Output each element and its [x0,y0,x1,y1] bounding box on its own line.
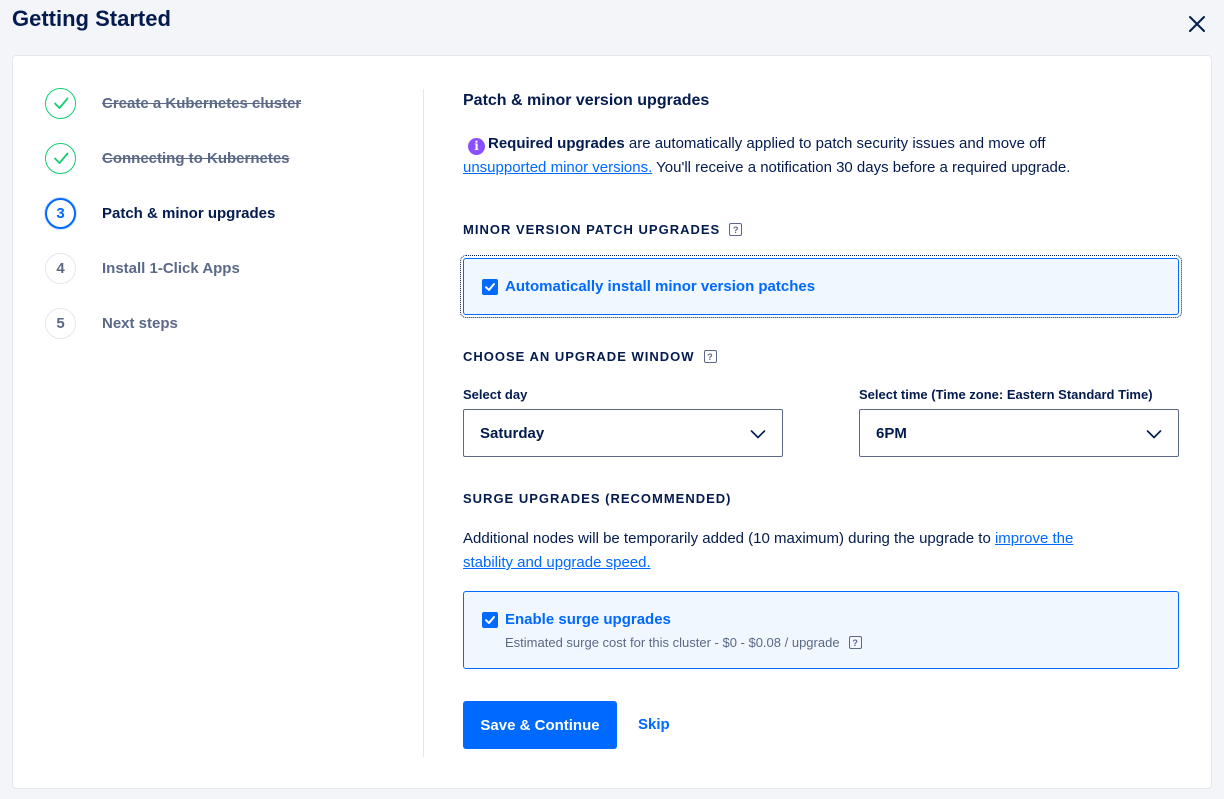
check-icon [45,142,76,174]
info-icon: i [468,137,485,155]
unsupported-versions-link[interactable]: unsupported minor versions. [463,159,652,176]
caption-text: MINOR VERSION PATCH UPGRADES [463,222,721,237]
surge-upgrades-caption: SURGE UPGRADES (RECOMMENDED) [463,491,732,506]
select-time-dropdown[interactable]: 6PM [859,409,1179,457]
help-icon[interactable]: ? [729,223,743,236]
step-label: Connecting to Kubernetes [102,149,290,167]
checkbox-checked-icon[interactable] [482,612,498,628]
chevron-down-icon [750,430,766,439]
step-next-steps[interactable]: 5 Next steps [45,307,178,339]
caption-text: CHOOSE AN UPGRADE WINDOW [463,349,695,364]
intro-text: i Required upgrades are automatically app… [463,132,1073,180]
step-number: 3 [45,197,76,229]
surge-description: Additional nodes will be temporarily add… [463,527,1103,575]
surge-cost-text: Estimated surge cost for this cluster - … [505,635,862,650]
step-number: 4 [45,252,76,284]
divider [423,89,424,757]
step-connecting[interactable]: Connecting to Kubernetes [45,142,290,174]
patch-upgrades-caption: MINOR VERSION PATCH UPGRADES ? [463,222,743,237]
step-label: Patch & minor upgrades [102,204,276,222]
skip-button[interactable]: Skip [638,716,670,733]
chevron-down-icon [1146,430,1162,439]
select-time-label: Select time (Time zone: Eastern Standard… [859,387,1153,402]
help-icon[interactable]: ? [703,350,717,363]
step-label: Create a Kubernetes cluster [102,94,302,112]
surge-desc-text: Additional nodes will be temporarily add… [463,530,995,547]
surge-upgrades-option[interactable]: Enable surge upgrades Estimated surge co… [463,591,1179,669]
section-title: Patch & minor version upgrades [463,92,710,109]
step-create-cluster[interactable]: Create a Kubernetes cluster [45,87,301,119]
close-icon[interactable] [1186,13,1208,35]
auto-patch-option[interactable]: Automatically install minor version patc… [460,255,1182,318]
auto-patch-label: Automatically install minor version patc… [505,278,816,295]
step-label: Next steps [102,314,178,332]
step-patch-upgrades[interactable]: 3 Patch & minor upgrades [45,197,275,229]
save-continue-button[interactable]: Save & Continue [463,701,617,749]
check-icon [45,87,76,119]
select-day-value: Saturday [480,424,545,442]
intro-bold: Required upgrades [488,135,625,152]
help-icon[interactable]: ? [848,636,862,649]
checkbox-checked-icon[interactable] [482,279,498,295]
step-number: 5 [45,307,76,339]
surge-upgrades-label: Enable surge upgrades [505,611,671,628]
step-label: Install 1-Click Apps [102,259,240,277]
select-day-label: Select day [463,387,528,402]
page-title: Getting Started [12,6,171,31]
intro-text-1: are automatically applied to patch secur… [624,135,1046,152]
select-day-dropdown[interactable]: Saturday [463,409,783,457]
step-install-apps[interactable]: 4 Install 1-Click Apps [45,252,240,284]
cost-text: Estimated surge cost for this cluster - … [505,635,840,650]
intro-text-2: You'll receive a notification 30 days be… [652,159,1071,176]
getting-started-card: Create a Kubernetes cluster Connecting t… [12,55,1212,789]
select-time-value: 6PM [876,424,907,442]
upgrade-window-caption: CHOOSE AN UPGRADE WINDOW ? [463,349,717,364]
